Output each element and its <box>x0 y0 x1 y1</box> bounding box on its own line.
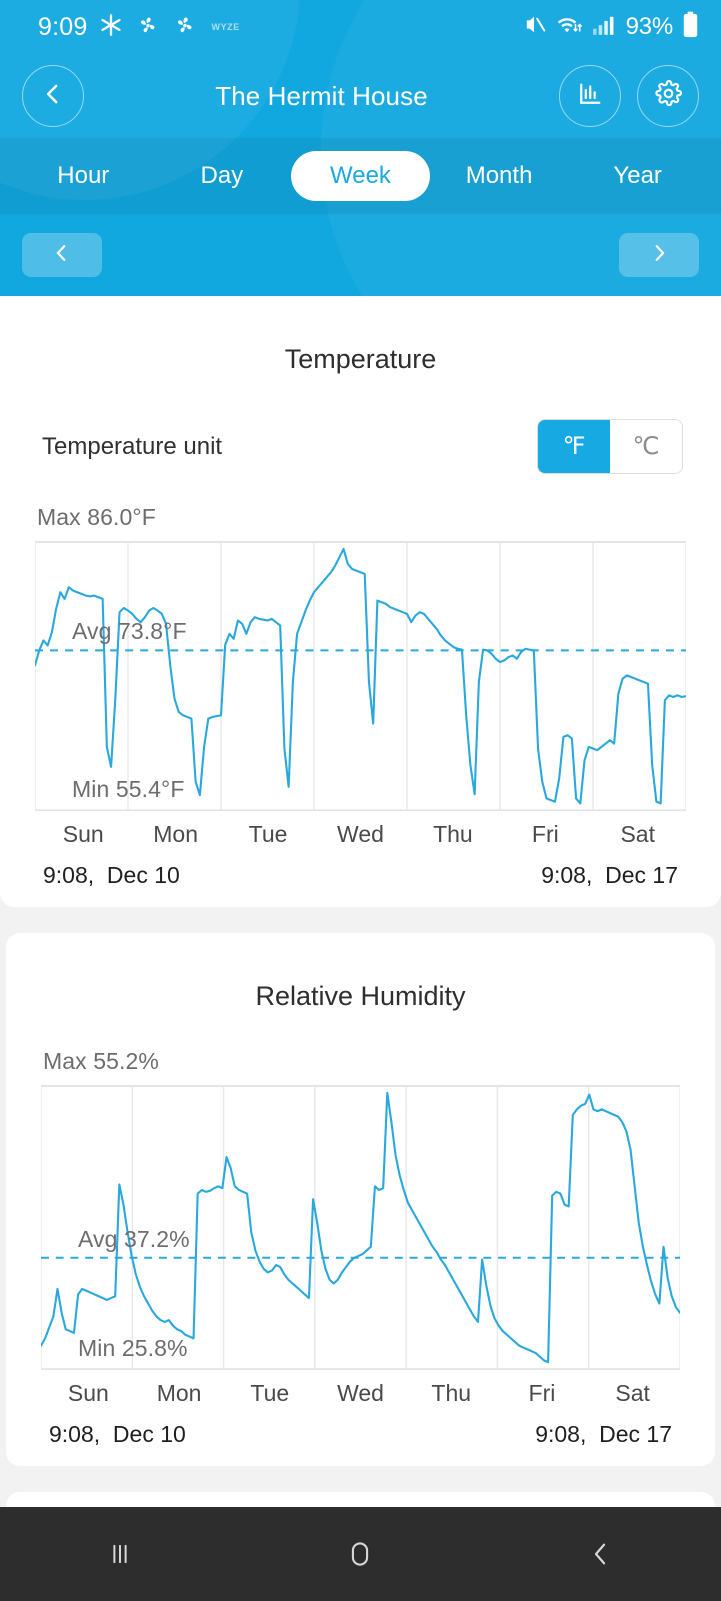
tab-week[interactable]: Week <box>291 151 430 201</box>
card-separator <box>0 907 721 934</box>
day-label-wed: Wed <box>337 1380 384 1407</box>
android-navigation-bar <box>0 1507 721 1601</box>
day-label-sat: Sat <box>620 821 655 848</box>
snowflake-icon <box>98 12 124 43</box>
day-label-thu: Thu <box>431 1380 472 1407</box>
temperature-unit-toggle[interactable]: ℉ ℃ <box>537 419 683 474</box>
tab-month[interactable]: Month <box>430 151 569 201</box>
temperature-end-time: 9:08, Dec 17 <box>541 862 678 889</box>
humidity-title: Relative Humidity <box>255 981 466 1012</box>
battery-icon <box>682 11 699 43</box>
humidity-card: Relative Humidity Max 55.2% Avg 37.2% Mi… <box>6 933 715 1467</box>
day-label-fri: Fri <box>528 1380 556 1407</box>
recents-icon[interactable] <box>60 1524 180 1584</box>
app-header: 9:09 WYZE 93% The Hermit House Hour Day … <box>0 0 721 296</box>
temperature-line-svg <box>35 541 686 812</box>
range-navigation <box>0 214 721 296</box>
temperature-start-time: 9:08, Dec 10 <box>43 862 180 889</box>
humidity-avg-label: Avg 37.2% <box>78 1226 190 1253</box>
humidity-day-axis: Sun Mon Tue Wed Thu Fri Sat <box>41 1380 680 1407</box>
day-label-mon: Mon <box>153 821 198 848</box>
gear-icon <box>654 79 683 113</box>
mute-icon <box>522 12 547 42</box>
settings-button[interactable] <box>637 65 699 127</box>
chevron-right-icon <box>648 242 670 269</box>
humidity-plot: Avg 37.2% Min 25.8% <box>41 1085 680 1371</box>
temperature-card: Temperature Temperature unit ℉ ℃ Max 86.… <box>0 296 721 908</box>
temperature-day-axis: Sun Mon Tue Wed Thu Fri Sat <box>35 821 686 848</box>
temperature-title: Temperature <box>284 344 437 374</box>
back-icon[interactable] <box>541 1524 661 1584</box>
wyze-brand-mark: WYZE <box>211 22 240 32</box>
battery-percent: 93% <box>625 13 674 40</box>
day-label-wed: Wed <box>337 821 384 848</box>
humidity-max-label: Max 55.2% <box>43 1048 159 1075</box>
previous-period-button[interactable] <box>22 233 102 277</box>
temperature-plot: Avg 73.8°F Min 55.4°F <box>35 541 686 812</box>
unit-option-celsius[interactable]: ℃ <box>610 420 682 473</box>
temperature-range-labels: 9:08, Dec 10 9:08, Dec 17 <box>35 862 686 889</box>
wifi-transfer-icon <box>556 12 583 42</box>
day-label-tue: Tue <box>250 1380 290 1407</box>
title-bar: The Hermit House <box>0 54 721 138</box>
card-separator-2 <box>0 1466 721 1493</box>
unit-option-fahrenheit[interactable]: ℉ <box>538 420 610 473</box>
chevron-left-icon <box>51 242 73 269</box>
tab-hour[interactable]: Hour <box>14 151 153 201</box>
status-bar: 9:09 WYZE 93% <box>0 0 721 54</box>
day-label-thu: Thu <box>433 821 473 848</box>
day-label-sun: Sun <box>67 1380 109 1407</box>
temperature-unit-label: Temperature unit <box>42 432 223 460</box>
back-button[interactable] <box>22 65 84 127</box>
period-tab-bar: Hour Day Week Month Year <box>0 138 721 214</box>
fan-icon-2 <box>172 12 198 43</box>
humidity-chart: Max 55.2% Avg 37.2% Min 25.8% Sun Mon Tu… <box>6 1048 715 1448</box>
tab-year[interactable]: Year <box>568 151 707 201</box>
day-label-mon: Mon <box>156 1380 202 1407</box>
chevron-left-icon <box>40 81 66 112</box>
humidity-range-labels: 9:08, Dec 10 9:08, Dec 17 <box>41 1421 680 1448</box>
temperature-max-label: Max 86.0°F <box>37 504 156 530</box>
day-label-fri: Fri <box>531 821 559 848</box>
home-icon[interactable] <box>300 1524 420 1584</box>
day-label-tue: Tue <box>248 821 288 848</box>
chart-view-button[interactable] <box>559 65 621 127</box>
cellular-signal-icon <box>592 13 617 41</box>
tab-day[interactable]: Day <box>153 151 292 201</box>
humidity-end-time: 9:08, Dec 17 <box>535 1421 672 1448</box>
temperature-avg-label: Avg 73.8°F <box>72 618 187 645</box>
humidity-start-time: 9:08, Dec 10 <box>49 1421 186 1448</box>
day-label-sat: Sat <box>615 1380 650 1407</box>
status-time: 9:09 <box>38 12 88 41</box>
humidity-min-label: Min 25.8% <box>78 1335 188 1362</box>
temperature-unit-row: Temperature unit ℉ ℃ <box>0 375 721 474</box>
bar-chart-icon <box>576 80 604 113</box>
next-period-button[interactable] <box>619 233 699 277</box>
day-label-sun: Sun <box>62 821 104 848</box>
fan-icon <box>135 12 161 43</box>
temperature-min-label: Min 55.4°F <box>72 776 185 803</box>
page-title: The Hermit House <box>215 80 428 111</box>
temperature-chart: Max 86.0°F Avg 73.8°F Min 55.4°F Sun Mon… <box>0 504 721 889</box>
